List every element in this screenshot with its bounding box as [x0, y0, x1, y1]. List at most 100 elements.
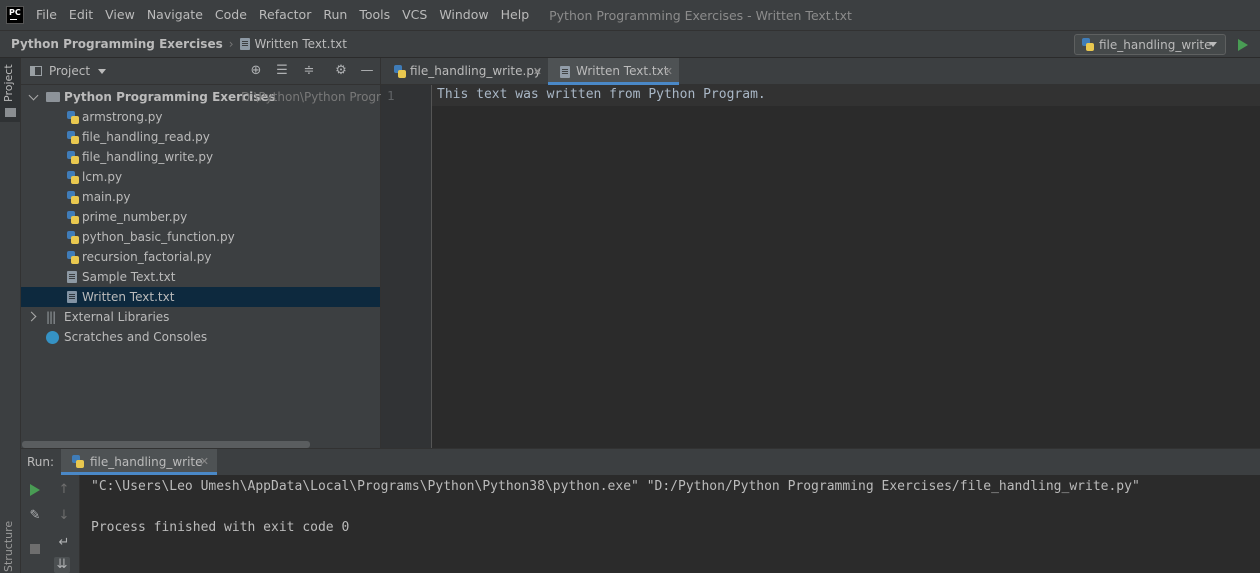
run-icon[interactable] — [1238, 39, 1248, 51]
python-file-icon — [66, 111, 79, 124]
left-tool-stripe: Project Structure — [0, 58, 21, 573]
run-toolbar-primary: ✎ — [21, 475, 48, 573]
file-name: recursion_factorial.py — [82, 250, 212, 264]
chevron-down-icon[interactable] — [28, 90, 39, 101]
editor-gutter: 1 — [381, 85, 432, 448]
python-file-icon — [66, 191, 79, 204]
tree-file-item[interactable]: file_handling_read.py — [21, 127, 380, 147]
python-file-icon — [66, 131, 79, 144]
run-panel-header: Run: file_handling_write ✕ — [21, 448, 1260, 475]
menu-view[interactable]: View — [99, 0, 141, 30]
tree-external-libraries[interactable]: ||| External Libraries — [21, 307, 380, 327]
tree-scratches[interactable]: Scratches and Consoles — [21, 327, 380, 347]
python-file-icon — [66, 211, 79, 224]
run-console[interactable]: "C:\Users\Leo Umesh\AppData\Local\Progra… — [80, 475, 1260, 573]
run-tab[interactable]: file_handling_write ✕ — [61, 449, 217, 475]
external-libraries-label: External Libraries — [64, 310, 170, 324]
text-file-icon — [239, 38, 250, 50]
structure-tool-window-button[interactable]: Structure — [2, 521, 15, 572]
editor-text-line[interactable]: This text was written from Python Progra… — [437, 87, 766, 102]
scratches-label: Scratches and Consoles — [64, 330, 208, 344]
navigation-bar: Python Programming Exercises › Written T… — [0, 30, 1260, 58]
arrow-up-icon[interactable]: ↑ — [56, 482, 72, 498]
window-title: Python Programming Exercises - Written T… — [549, 7, 852, 23]
chevron-down-icon — [1209, 42, 1217, 47]
tree-file-item[interactable]: armstrong.py — [21, 107, 380, 127]
hide-icon[interactable]: — — [360, 64, 374, 78]
logo-text: PC — [9, 8, 21, 17]
menu-help[interactable]: Help — [495, 0, 536, 30]
locate-file-icon[interactable]: ⊕ — [249, 64, 263, 78]
wrench-icon[interactable]: ✎ — [27, 508, 43, 524]
run-toolbar-secondary: ↑ ↓ ↵ ⇊ — [48, 475, 80, 573]
run-configuration-label: file_handling_write — [1099, 37, 1212, 52]
menu-navigate[interactable]: Navigate — [141, 0, 209, 30]
menu-window[interactable]: Window — [433, 0, 494, 30]
tree-file-item[interactable]: recursion_factorial.py — [21, 247, 380, 267]
menu-bar: PC File Edit View Navigate Code Refactor… — [0, 0, 1260, 30]
tree-file-item-selected[interactable]: Written Text.txt — [21, 287, 380, 307]
file-name: prime_number.py — [82, 210, 188, 224]
tree-file-item[interactable]: lcm.py — [21, 167, 380, 187]
file-name: armstrong.py — [82, 110, 163, 124]
tree-file-item[interactable]: Sample Text.txt — [21, 267, 380, 287]
stop-icon[interactable] — [27, 541, 43, 557]
gear-icon[interactable]: ⚙ — [334, 64, 348, 78]
project-panel: Project ⊕ ☰ ≑ ⚙ — Python Programming Exe… — [21, 58, 400, 448]
tab-file-handling-write[interactable]: file_handling_write.py ✕ — [381, 58, 548, 85]
collapse-all-icon[interactable]: ≑ — [302, 64, 316, 78]
python-file-icon — [66, 231, 79, 244]
breadcrumb-project[interactable]: Python Programming Exercises — [11, 37, 223, 51]
editor-tab-bar: file_handling_write.py ✕ Written Text.tx… — [381, 58, 1260, 85]
close-icon[interactable]: ✕ — [200, 455, 209, 468]
breadcrumb-separator-icon: › — [228, 37, 234, 51]
menu-run[interactable]: Run — [317, 0, 353, 30]
project-stripe-label: Project — [2, 64, 15, 102]
text-file-icon — [560, 65, 570, 78]
rerun-icon[interactable] — [27, 482, 43, 498]
project-panel-header: Project ⊕ ☰ ≑ ⚙ — — [21, 58, 380, 85]
close-icon[interactable]: ✕ — [533, 58, 542, 85]
tab-label: Written Text.txt — [576, 64, 669, 78]
python-file-icon — [1081, 38, 1094, 51]
close-icon[interactable]: ✕ — [664, 58, 673, 85]
menu-refactor[interactable]: Refactor — [253, 0, 317, 30]
menu-vcs[interactable]: VCS — [396, 0, 433, 30]
soft-wrap-icon[interactable]: ↵ — [56, 535, 72, 551]
tree-file-item[interactable]: python_basic_function.py — [21, 227, 380, 247]
horizontal-scrollbar[interactable] — [22, 441, 310, 448]
file-name: lcm.py — [82, 170, 123, 184]
project-panel-title[interactable]: Project — [49, 64, 90, 78]
menu-edit[interactable]: Edit — [63, 0, 99, 30]
tree-file-item[interactable]: prime_number.py — [21, 207, 380, 227]
project-tool-window-button[interactable]: Project — [0, 58, 20, 122]
scroll-to-end-icon[interactable]: ⇊ — [54, 557, 70, 573]
text-file-icon — [67, 291, 77, 303]
folder-icon — [46, 92, 60, 102]
file-name: Sample Text.txt — [82, 270, 176, 284]
text-file-icon — [67, 271, 77, 283]
tree-file-item[interactable]: file_handling_write.py — [21, 147, 380, 167]
arrow-down-icon[interactable]: ↓ — [56, 508, 72, 524]
expand-all-icon[interactable]: ☰ — [275, 64, 289, 78]
folder-icon — [5, 108, 16, 117]
run-tab-label: file_handling_write — [90, 455, 203, 469]
run-configuration-selector[interactable]: file_handling_write — [1074, 34, 1226, 55]
file-name: python_basic_function.py — [82, 230, 235, 244]
file-name: main.py — [82, 190, 131, 204]
menu-tools[interactable]: Tools — [353, 0, 396, 30]
file-name: file_handling_write.py — [82, 150, 214, 164]
line-number: 1 — [387, 88, 395, 103]
tree-file-item[interactable]: main.py — [21, 187, 380, 207]
menu-code[interactable]: Code — [209, 0, 253, 30]
python-file-icon — [66, 151, 79, 164]
chevron-down-icon[interactable] — [98, 68, 107, 74]
chevron-right-icon[interactable] — [26, 311, 37, 322]
tree-root-folder[interactable]: Python Programming Exercises D:\Python\P… — [21, 87, 400, 107]
tab-written-text[interactable]: Written Text.txt ✕ — [548, 58, 679, 85]
editor-area[interactable]: This text was written from Python Progra… — [432, 85, 1260, 448]
breadcrumb-file[interactable]: Written Text.txt — [255, 37, 347, 51]
file-name: file_handling_read.py — [82, 130, 210, 144]
library-icon: ||| — [46, 310, 56, 324]
menu-file[interactable]: File — [30, 0, 63, 30]
